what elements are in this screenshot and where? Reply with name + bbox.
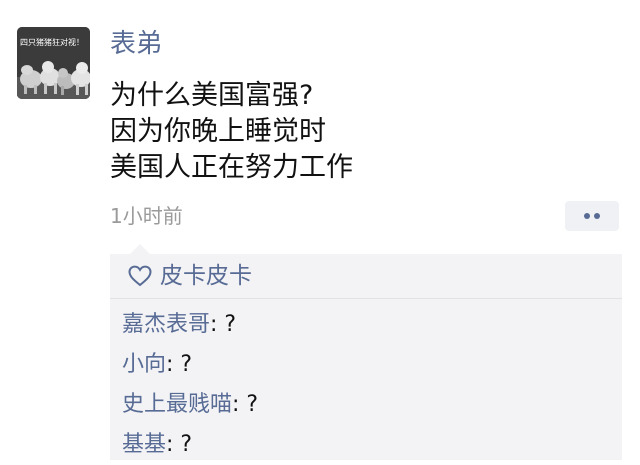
post-content-line: 美国人正在努力工作 [110,152,353,183]
likes-row: 皮卡皮卡 [110,254,622,299]
comment-separator: : [166,352,181,377]
post-author-name[interactable]: 表弟 [110,26,162,62]
comment-item[interactable]: 史上最贱喵: ? [122,385,612,425]
post-content-line: 为什么美国富强? [110,80,314,111]
comment-separator: : [232,392,247,417]
likes-names-link[interactable]: 皮卡皮卡 [160,258,252,294]
comment-text: ? [224,312,237,337]
more-dots-icon [584,213,590,219]
post-content-line: 因为你晚上睡觉时 [110,116,326,147]
comment-author[interactable]: 嘉杰表哥 [122,312,210,337]
comment-item[interactable]: 基基: ? [122,425,612,465]
avatar[interactable]: 四只猪猪狂对视！ [17,27,90,99]
more-dots-icon [594,213,600,219]
comment-author[interactable]: 史上最贱喵 [122,392,232,417]
post-content: 为什么美国富强? 因为你晚上睡觉时 美国人正在努力工作 [110,78,610,186]
comment-separator: : [166,432,181,457]
post-timestamp: 1小时前 [110,204,183,228]
comment-text: ? [180,432,193,457]
comment-item[interactable]: 小向: ? [122,345,612,385]
panel-caret [130,244,150,254]
moments-post: 四只猪猪狂对视！ 表弟 为什么美国富强? 因为你晚上睡觉时 美国人正在努力工作 … [0,0,640,460]
comment-author[interactable]: 基基 [122,432,166,457]
comment-text: ? [246,392,259,417]
heart-outline-icon [128,265,152,287]
comment-text: ? [180,352,193,377]
comment-separator: : [210,312,225,337]
likes-comments-panel: 皮卡皮卡 嘉杰表哥: ? 小向: ? 史上最贱喵: ? 基基: ? [110,244,622,460]
comment-author[interactable]: 小向 [122,352,166,377]
comment-list: 嘉杰表哥: ? 小向: ? 史上最贱喵: ? 基基: ? [122,305,612,465]
more-actions-button[interactable] [565,201,619,231]
avatar-caption: 四只猪猪狂对视！ [20,38,84,47]
comment-item[interactable]: 嘉杰表哥: ? [122,305,612,345]
